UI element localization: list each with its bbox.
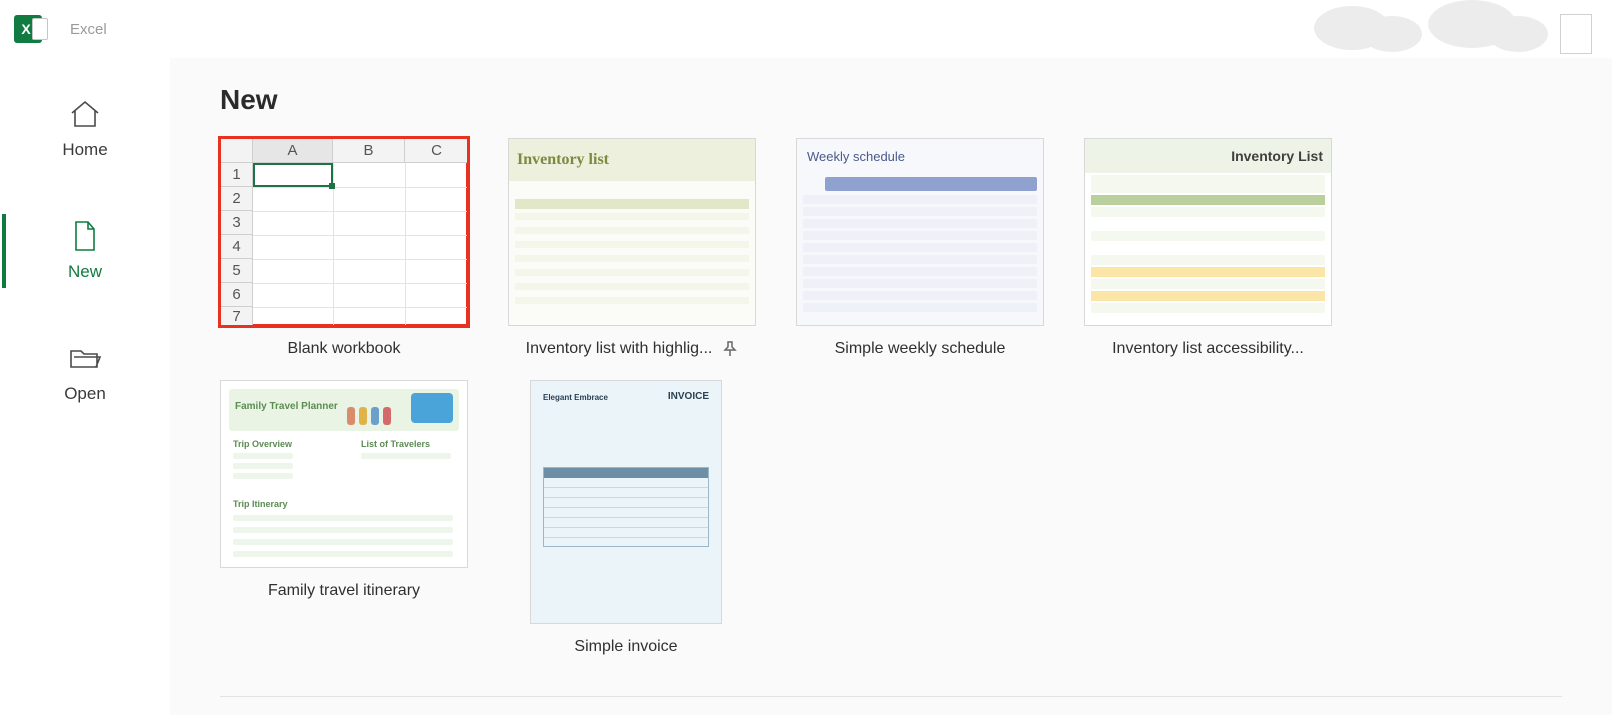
nav-new-label: New (68, 262, 102, 282)
template-thumb-family: Family Travel Planner Trip Overview List… (220, 380, 468, 568)
nav-open[interactable]: Open (0, 342, 170, 404)
thumb-section: Trip Overview (233, 439, 292, 449)
thumb-section: List of Travelers (361, 439, 430, 449)
template-label: Inventory list with highlig... (526, 340, 713, 358)
template-label: Inventory list accessibility... (1112, 340, 1304, 358)
divider (220, 696, 1562, 697)
decorative-clouds (1292, 0, 1572, 58)
col-header: B (333, 139, 405, 163)
col-header: A (253, 139, 333, 163)
thumb-title: Inventory List (1085, 139, 1331, 173)
nav-home[interactable]: Home (0, 98, 170, 160)
template-weekly-schedule[interactable]: Weekly schedule Simple weekly schedule (796, 138, 1044, 358)
thumb-title: Family Travel Planner (235, 401, 338, 412)
page-title: New (220, 84, 1562, 116)
excel-app-icon-letter: X (21, 21, 30, 37)
template-label: Simple weekly schedule (835, 340, 1006, 358)
template-label: Simple invoice (574, 638, 677, 656)
thumb-title: Inventory list (509, 139, 755, 181)
row-header: 4 (221, 235, 253, 259)
row-header: 6 (221, 283, 253, 307)
title-bar: X Excel (0, 0, 1612, 58)
template-grid: A B C 1 2 3 4 5 6 7 (220, 138, 1562, 656)
home-icon (67, 98, 103, 130)
row-header: 2 (221, 187, 253, 211)
pin-icon[interactable] (722, 341, 738, 357)
thumb-title: INVOICE (668, 391, 709, 402)
template-label: Family travel itinerary (268, 582, 420, 600)
row-header: 1 (221, 163, 253, 187)
thumb-brand: Elegant Embrace (543, 393, 608, 402)
template-thumb-inventory2: Inventory List (1084, 138, 1332, 326)
account-button[interactable] (1560, 14, 1592, 54)
row-header: 3 (221, 211, 253, 235)
template-family-travel[interactable]: Family Travel Planner Trip Overview List… (220, 380, 468, 656)
row-header: 5 (221, 259, 253, 283)
left-navigation: Home New Open (0, 58, 170, 715)
row-header: 7 (221, 307, 253, 326)
nav-open-label: Open (64, 384, 106, 404)
main-content: New A B C 1 2 3 4 5 6 7 (170, 58, 1612, 715)
thumb-section: Trip Itinerary (233, 499, 288, 509)
template-thumb-inventory-list: Inventory list (508, 138, 756, 326)
template-thumb-blank: A B C 1 2 3 4 5 6 7 (220, 138, 468, 326)
col-header: C (405, 139, 468, 163)
open-folder-icon (67, 342, 103, 374)
template-simple-invoice[interactable]: Elegant Embrace INVOICE Simple invoice (508, 380, 744, 656)
app-name-label: Excel (70, 21, 107, 38)
thumb-title: Weekly schedule (807, 149, 905, 164)
template-thumb-weekly: Weekly schedule (796, 138, 1044, 326)
nav-home-label: Home (62, 140, 107, 160)
template-inventory-accessibility[interactable]: Inventory List Inventory list accessibil… (1084, 138, 1332, 358)
nav-new[interactable]: New (0, 220, 170, 282)
template-inventory-list-highlight[interactable]: Inventory list Inventory list with highl… (508, 138, 756, 358)
template-label: Blank workbook (288, 340, 401, 358)
template-blank-workbook[interactable]: A B C 1 2 3 4 5 6 7 (220, 138, 468, 358)
excel-app-icon: X (14, 15, 42, 43)
template-thumb-invoice: Elegant Embrace INVOICE (530, 380, 722, 624)
new-file-icon (67, 220, 103, 252)
